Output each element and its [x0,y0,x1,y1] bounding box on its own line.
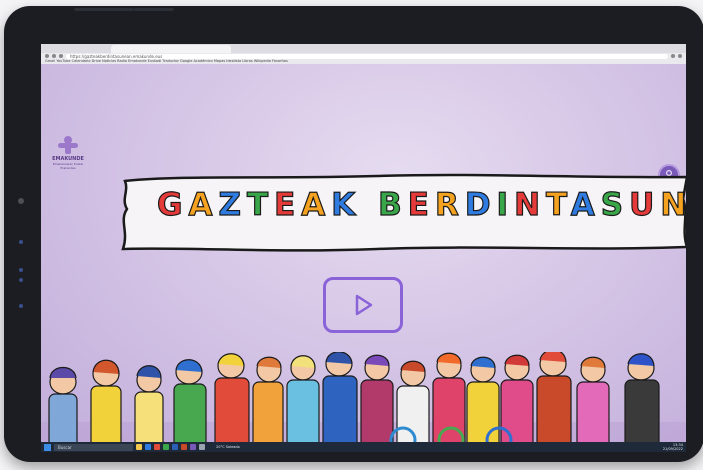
teams-icon[interactable] [190,444,196,450]
play-icon [355,294,373,316]
taskbar-clock[interactable]: 13:34 21/09/2022 [663,443,683,451]
volume-button [74,8,134,11]
title-letter [361,187,378,223]
title-letter: T [246,186,275,223]
title-letter: G [156,186,189,223]
title-letter: T [545,186,571,223]
title-letter: R [434,186,465,223]
tablet-screen: https://gazteakberdintasunean.emakunde.e… [41,44,686,452]
logo-subtitle: Emakumearen Euskal Erakundea [52,162,84,170]
chrome-icon[interactable] [154,444,160,450]
characters-illustration [41,352,686,452]
settings-icon[interactable] [199,444,205,450]
web-page: EMAKUNDE Emakumearen Euskal Erakundea GA… [41,64,686,452]
title-letter: I [496,186,515,223]
back-icon[interactable] [45,54,49,58]
sensor-icon [19,240,23,244]
reload-icon[interactable] [59,54,63,58]
logo-mark-icon [58,136,78,154]
clock-date: 21/09/2022 [662,447,683,451]
title-letter: S [600,186,630,223]
powerpoint-icon[interactable] [181,444,187,450]
browser-tab[interactable] [111,44,231,53]
address-bar[interactable]: https://gazteakberdintasunean.emakunde.e… [66,53,668,59]
tab-bar [41,44,686,53]
title-letter: N [660,186,686,223]
title-letter: U [629,186,661,223]
menu-icon[interactable] [678,54,682,58]
site-title: GAZTEAK BERDINTASUNEAN [156,186,686,223]
power-button [134,8,174,11]
taskbar-weather[interactable]: 20°C Soleado [216,445,240,449]
browser-chrome: https://gazteakberdintasunean.emakunde.e… [41,44,686,65]
camera-icon [18,198,24,204]
title-letter: N [513,186,547,223]
title-letter: Z [218,186,247,223]
title-letter: E [273,186,302,223]
title-letter: A [188,186,219,223]
forward-icon[interactable] [52,54,56,58]
title-letter: A [570,186,601,223]
title-letter: B [378,186,408,223]
tablet-frame: https://gazteakberdintasunean.emakunde.e… [4,6,703,462]
sensor-icon [19,268,23,272]
sensor-icon [19,278,23,282]
title-letter: D [464,186,497,223]
play-button[interactable] [323,277,403,333]
excel-icon[interactable] [163,444,169,450]
windows-start-icon[interactable] [44,443,51,451]
star-icon[interactable] [671,54,675,58]
taskbar-search[interactable]: Buscar [54,443,133,451]
title-letter: K [331,186,362,223]
explorer-icon[interactable] [136,444,142,450]
emakunde-logo[interactable]: EMAKUNDE Emakumearen Euskal Erakundea [51,136,85,170]
edge-icon[interactable] [145,444,151,450]
sensor-icon [19,304,23,308]
windows-taskbar: Buscar 20°C Soleado 13:34 21/09/2022 [41,442,686,452]
title-letter: E [407,186,435,223]
word-icon[interactable] [172,444,178,450]
title-letter: A [301,186,332,223]
title-banner: GAZTEAK BERDINTASUNEAN [117,169,686,253]
